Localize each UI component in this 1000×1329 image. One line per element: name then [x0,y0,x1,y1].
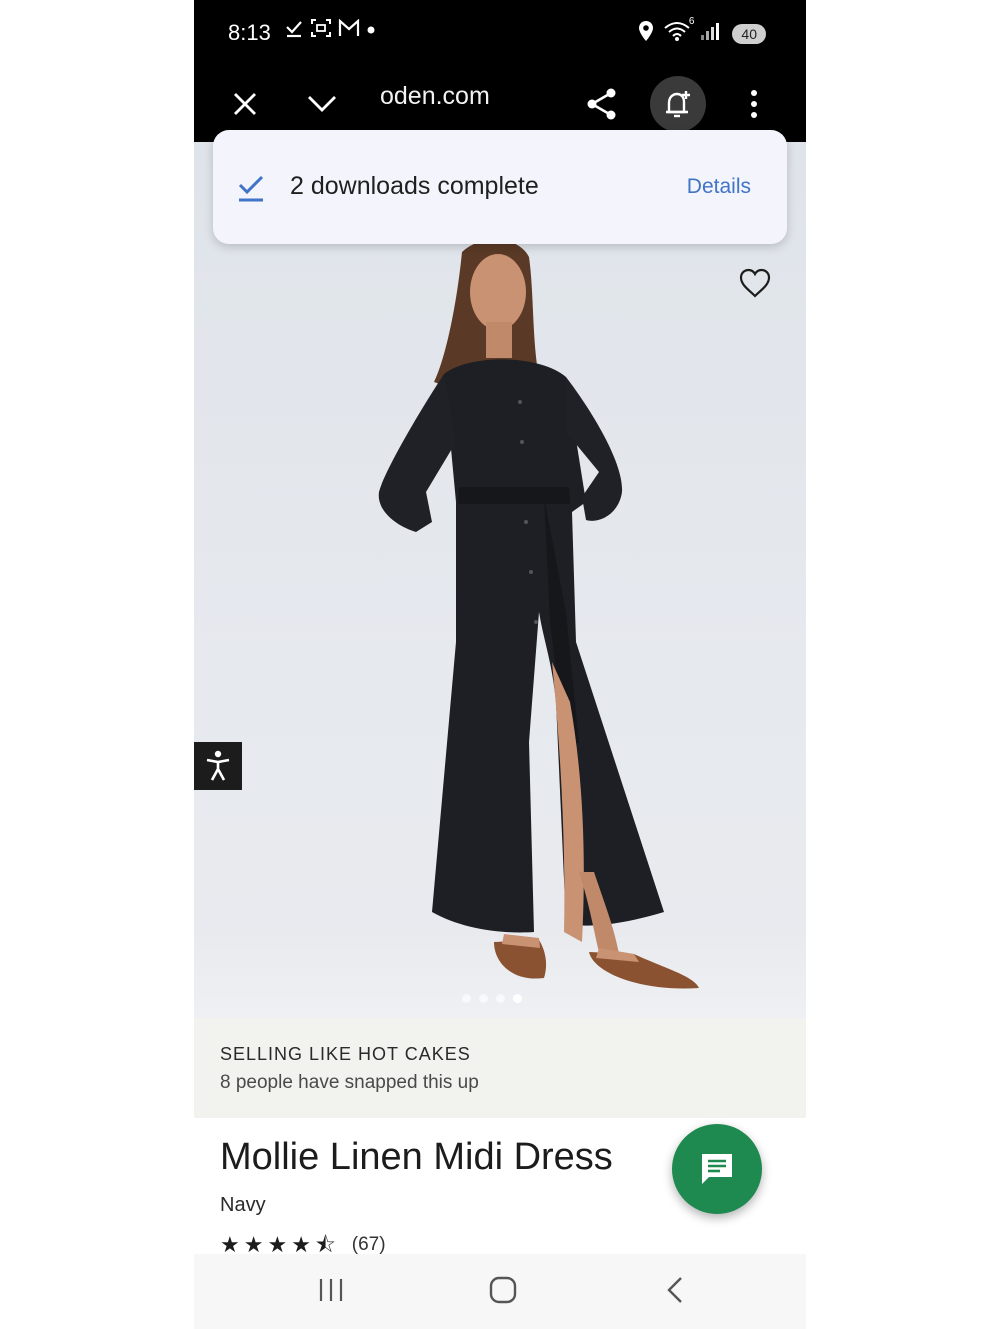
heart-icon [739,268,771,298]
home-button[interactable] [478,1270,528,1310]
url-display[interactable]: oden.com [380,82,490,111]
product-color: Navy [220,1194,266,1216]
share-icon [587,88,616,120]
signal-icon [700,21,722,46]
back-icon [667,1277,682,1303]
screenshot-icon [310,18,332,43]
carousel-indicators [462,994,522,1003]
chat-button[interactable] [672,1124,762,1214]
close-tab-button[interactable] [217,76,273,132]
product-title: Mollie Linen Midi Dress [220,1136,613,1178]
recents-icon [319,1279,343,1301]
carousel-dot[interactable] [479,994,488,1003]
share-button[interactable] [574,76,630,132]
system-navigation-bar [194,1254,806,1329]
favorite-button[interactable] [730,258,780,308]
status-bar: 8:13 6 40 [194,0,806,66]
chevron-down-icon [308,96,336,112]
back-button[interactable] [650,1270,700,1310]
battery-indicator: 40 [732,23,766,44]
star-icon: ★ [291,1234,311,1256]
recents-button[interactable] [306,1270,356,1310]
download-done-icon [284,18,304,43]
carousel-dot[interactable] [462,994,471,1003]
dot-icon [366,22,376,40]
download-complete-icon [235,172,267,209]
location-icon [638,20,654,47]
more-vert-icon [751,90,757,118]
wifi-icon: 6 [664,16,694,47]
minimize-button[interactable] [294,76,350,132]
product-rating[interactable]: ★ ★ ★ ★ ⯪ (67) [220,1234,386,1256]
more-options-button[interactable] [726,76,782,132]
status-notification-icons [284,18,376,43]
product-photo [378,239,699,989]
phone-screen: 8:13 6 40 oden.com 2 downloads complete … [194,0,806,1329]
gmail-icon [338,18,360,42]
review-count[interactable]: (67) [352,1234,386,1256]
product-image-carousel[interactable] [194,142,806,1018]
close-icon [234,93,256,115]
half-star-icon: ⯪ [314,1234,336,1256]
accessibility-icon [206,750,230,781]
star-icon: ★ [243,1234,264,1256]
accessibility-button[interactable] [194,742,242,790]
wifi-label: 6 [688,16,695,27]
carousel-dot-active[interactable] [513,994,522,1003]
star-icon: ★ [220,1234,240,1256]
downloads-snackbar: 2 downloads complete Details [213,130,787,244]
home-icon [489,1276,517,1304]
promo-title: SELLING LIKE HOT CAKES [220,1044,471,1064]
chat-icon [702,1154,732,1184]
add-price-alert-button[interactable] [650,76,706,132]
carousel-dot[interactable] [496,994,505,1003]
add-alert-icon [666,91,690,118]
snackbar-message: 2 downloads complete [290,172,539,200]
promo-subtitle: 8 people have snapped this up [220,1072,479,1093]
promo-banner: SELLING LIKE HOT CAKES 8 people have sna… [194,1018,806,1118]
status-system-icons: 6 40 [638,16,766,47]
status-time: 8:13 [228,20,271,45]
star-icon: ★ [267,1234,288,1256]
snackbar-details-button[interactable]: Details [687,175,751,199]
